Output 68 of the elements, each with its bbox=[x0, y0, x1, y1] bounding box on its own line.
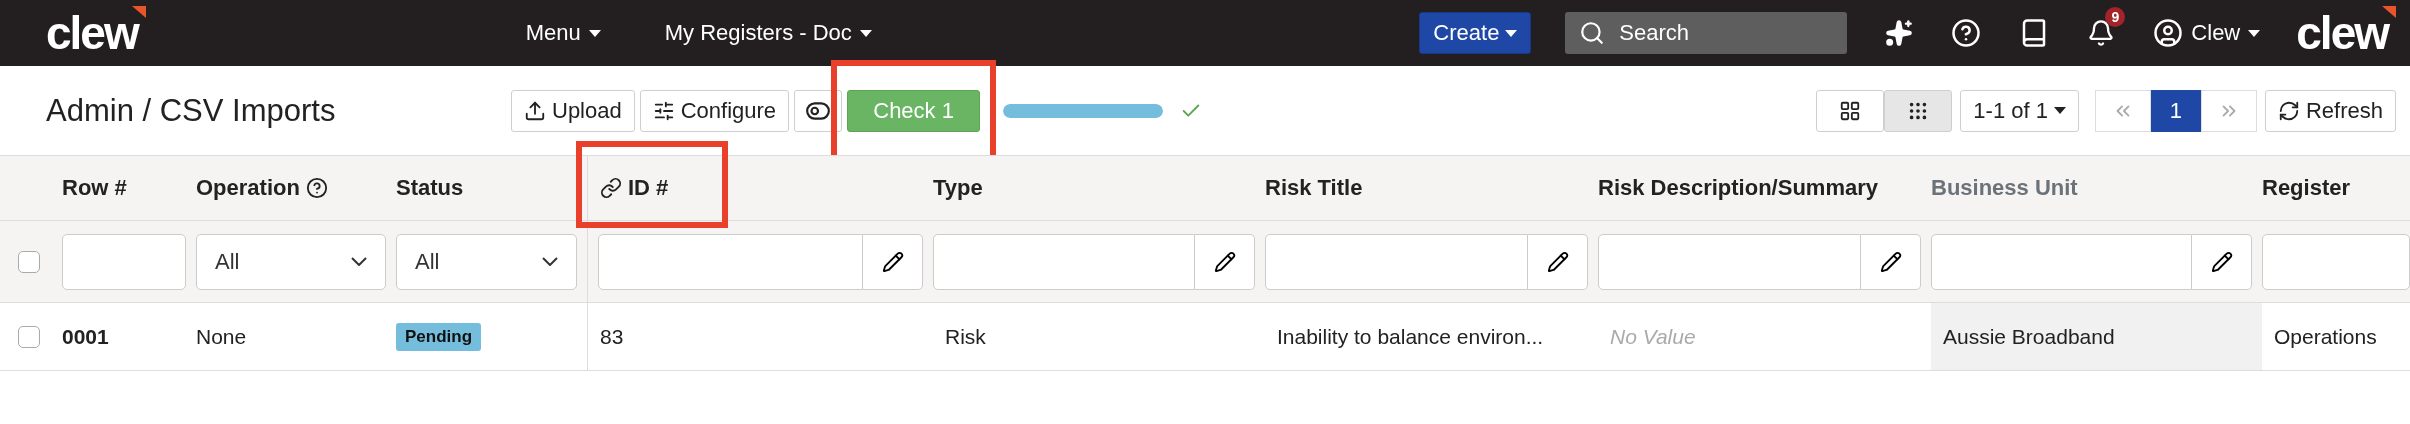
view-button[interactable] bbox=[1884, 89, 1953, 132]
chevron-icon bbox=[542, 257, 558, 266]
create-button[interactable]: Create bbox=[1419, 12, 1532, 54]
view-button[interactable] bbox=[1816, 89, 1885, 132]
filter-dropdown[interactable]: All bbox=[396, 233, 577, 290]
status-badge: Pending bbox=[396, 322, 482, 351]
pencil-button[interactable] bbox=[863, 233, 923, 290]
pencil-button[interactable] bbox=[1528, 233, 1588, 290]
caret-icon bbox=[588, 29, 601, 37]
select-all-checkbox[interactable] bbox=[18, 250, 40, 273]
caret-icon bbox=[2053, 107, 2066, 114]
cell-text: 0001 bbox=[62, 324, 109, 349]
filter-field[interactable] bbox=[1598, 233, 1861, 290]
caret-icon bbox=[2248, 29, 2261, 37]
sliders-icon bbox=[652, 99, 675, 122]
column-header[interactable]: Status bbox=[396, 175, 464, 201]
user-menu[interactable]: Clew bbox=[2153, 18, 2261, 48]
nav-menu[interactable]: Menu bbox=[525, 20, 601, 46]
sparkle-icon[interactable] bbox=[1885, 19, 1914, 47]
row-checkbox[interactable] bbox=[18, 325, 40, 348]
search-field[interactable]: Search bbox=[1565, 12, 1848, 54]
pencil-icon bbox=[1213, 250, 1236, 273]
caret-icon bbox=[859, 29, 872, 37]
filter-dropdown[interactable]: All bbox=[196, 233, 386, 290]
page-button[interactable]: 1 bbox=[2150, 89, 2201, 132]
pencil-button[interactable] bbox=[1195, 233, 1255, 290]
caret-icon bbox=[1505, 29, 1518, 37]
column-header[interactable]: Business Unit bbox=[1931, 175, 2078, 201]
refresh-icon bbox=[2277, 99, 2300, 122]
filter-field[interactable] bbox=[1265, 233, 1528, 290]
refresh-button[interactable]: Refresh bbox=[2264, 89, 2396, 132]
cell-text: Aussie Broadband bbox=[1943, 324, 2115, 349]
filter-field[interactable] bbox=[598, 233, 863, 290]
column-header[interactable]: Risk Description/Summary bbox=[1598, 175, 1878, 201]
cell-text: Inability to balance environ... bbox=[1277, 324, 1544, 349]
cell-text: Risk bbox=[945, 324, 986, 349]
column-header[interactable]: Type bbox=[933, 175, 983, 201]
pencil-icon bbox=[2210, 250, 2233, 273]
filter-field[interactable] bbox=[1931, 233, 2192, 290]
column-header[interactable]: Risk Title bbox=[1265, 175, 1363, 201]
column-header[interactable]: ID # bbox=[600, 175, 669, 201]
filter-field[interactable] bbox=[2262, 233, 2410, 290]
cell-text: No Value bbox=[1610, 324, 1696, 349]
column-header[interactable]: Register bbox=[2262, 175, 2351, 201]
grid-icon bbox=[1839, 99, 1862, 122]
cell-text: Operations bbox=[2274, 324, 2377, 349]
upload-icon bbox=[524, 99, 546, 122]
toolbar-button[interactable]: Upload bbox=[511, 89, 635, 132]
nav-menu[interactable]: My Registers - Doc bbox=[664, 20, 872, 46]
toolbar-button[interactable]: Configure bbox=[639, 89, 790, 132]
filter-field[interactable] bbox=[62, 233, 186, 290]
column-header[interactable]: Row # bbox=[62, 175, 127, 201]
chevron-icon bbox=[351, 257, 367, 266]
search-icon bbox=[1579, 20, 1606, 46]
column-header[interactable]: Operation bbox=[196, 175, 328, 201]
page-title: Admin / CSV Imports bbox=[46, 92, 337, 129]
cell-text: 83 bbox=[600, 324, 624, 349]
pencil-icon bbox=[881, 250, 904, 273]
pencil-button[interactable] bbox=[2192, 233, 2252, 290]
pencil-icon bbox=[1546, 250, 1569, 273]
pencil-button[interactable] bbox=[1861, 233, 1921, 290]
filter-field[interactable] bbox=[933, 233, 1195, 290]
notification-badge: 9 bbox=[2105, 7, 2126, 27]
help-icon[interactable] bbox=[305, 177, 328, 199]
range-dropdown[interactable]: 1-1 of 1 bbox=[1960, 89, 2079, 132]
cell-text: None bbox=[196, 324, 247, 349]
pencil-icon bbox=[1879, 250, 1902, 273]
user-icon bbox=[2153, 18, 2184, 48]
